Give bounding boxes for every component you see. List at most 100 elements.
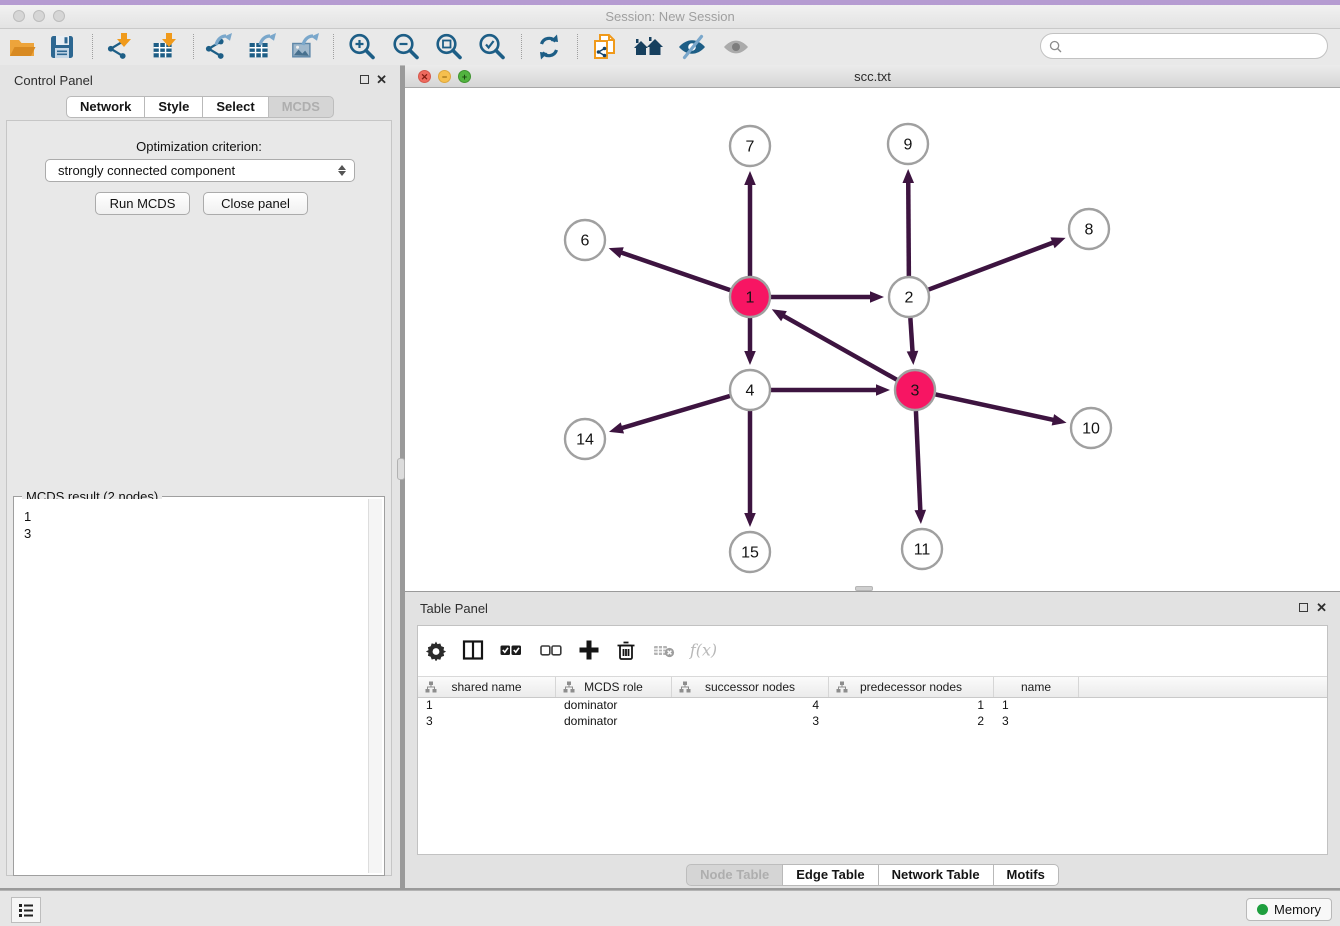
graph-edge-3-11[interactable] <box>916 411 920 513</box>
result-scrollbar[interactable] <box>368 499 382 873</box>
tab-mcds[interactable]: MCDS <box>268 96 334 118</box>
tab-style[interactable]: Style <box>144 96 203 118</box>
edge-arrowhead-icon <box>609 422 624 433</box>
column-header-mcds-role[interactable]: MCDS role <box>556 677 672 697</box>
search-input[interactable] <box>1067 35 1327 57</box>
graph-node-4[interactable]: 4 <box>730 370 770 410</box>
svg-text:10: 10 <box>1082 421 1100 438</box>
import-table-icon[interactable] <box>148 31 182 63</box>
tab-select[interactable]: Select <box>202 96 268 118</box>
graph-edge-2-3[interactable] <box>910 318 912 354</box>
column-header-predecessor-nodes[interactable]: predecessor nodes <box>829 677 994 697</box>
save-session-icon[interactable] <box>45 31 79 63</box>
table-settings-icon[interactable] <box>422 637 450 663</box>
export-image-icon[interactable] <box>288 31 322 63</box>
export-table-icon[interactable] <box>245 31 279 63</box>
deselect-all-icon[interactable] <box>537 637 565 663</box>
graph-edge-2-9[interactable] <box>908 180 909 276</box>
table-cell[interactable]: 3 <box>672 713 829 729</box>
column-header-name[interactable]: name <box>994 677 1079 697</box>
zoom-fit-icon[interactable] <box>432 31 466 63</box>
mcds-result-value: 3 <box>24 525 382 542</box>
table-cell[interactable]: 3 <box>418 713 556 729</box>
window-resize-handle[interactable] <box>855 586 873 591</box>
column-edit-icon <box>425 681 437 696</box>
table-cell[interactable]: 4 <box>672 697 829 713</box>
zoom-out-icon[interactable] <box>389 31 423 63</box>
close-panel-button[interactable]: Close panel <box>203 192 308 215</box>
memory-button[interactable]: Memory <box>1246 898 1332 921</box>
function-builder-icon: f(x) <box>689 637 717 663</box>
graph-edge-1-6[interactable] <box>619 252 730 290</box>
zoom-selected-icon[interactable] <box>475 31 509 63</box>
search-box[interactable] <box>1040 33 1328 59</box>
run-mcds-button[interactable]: Run MCDS <box>95 192 190 215</box>
graph-edge-3-1[interactable] <box>781 315 896 380</box>
table-cell[interactable]: 1 <box>829 697 994 713</box>
table-cell[interactable]: 1 <box>418 697 556 713</box>
table-panel-title: Table Panel <box>420 601 488 616</box>
graph-node-3[interactable]: 3 <box>895 370 935 410</box>
table-cell[interactable]: 2 <box>829 713 994 729</box>
graph-node-7[interactable]: 7 <box>730 126 770 166</box>
graph-node-11[interactable]: 11 <box>902 529 942 569</box>
svg-text:7: 7 <box>746 139 755 156</box>
toolbar-separator <box>193 34 194 59</box>
graph-edge-4-14[interactable] <box>620 396 730 429</box>
open-session-icon[interactable] <box>5 31 39 63</box>
column-visibility-icon[interactable] <box>459 637 487 663</box>
network-canvas[interactable]: 7 9 6 8 1 2 4 3 14 10 15 11 <box>405 88 1340 591</box>
column-header-shared-name[interactable]: shared name <box>418 677 556 697</box>
table-cell[interactable]: dominator <box>556 713 672 729</box>
table-tab-edge-table[interactable]: Edge Table <box>782 864 878 886</box>
network-overview-icon[interactable] <box>631 31 665 63</box>
criterion-selected-value: strongly connected component <box>58 163 338 178</box>
show-panel-icon[interactable] <box>719 31 753 63</box>
task-history-button[interactable] <box>11 897 41 923</box>
table-close-panel-icon[interactable]: ✕ <box>1316 602 1327 614</box>
table-body: 1dominator4113dominator323 <box>418 697 1327 729</box>
optimization-criterion-select[interactable]: strongly connected component <box>45 159 355 182</box>
table-cell[interactable]: dominator <box>556 697 672 713</box>
task-list-icon <box>17 901 35 919</box>
graph-node-14[interactable]: 14 <box>565 419 605 459</box>
table-tab-node-table[interactable]: Node Table <box>686 864 783 886</box>
svg-text:1: 1 <box>746 290 755 307</box>
graph-node-9[interactable]: 9 <box>888 124 928 164</box>
select-all-icon[interactable] <box>497 637 525 663</box>
zoom-in-icon[interactable] <box>345 31 379 63</box>
graph-node-8[interactable]: 8 <box>1069 209 1109 249</box>
column-label: successor nodes <box>705 680 795 694</box>
column-header-successor-nodes[interactable]: successor nodes <box>672 677 829 697</box>
close-panel-icon[interactable]: ✕ <box>376 74 387 86</box>
graph-node-15[interactable]: 15 <box>730 532 770 572</box>
network-view-window: scc.txt 7968124314101511 <box>405 65 1340 591</box>
graph-node-2[interactable]: 2 <box>889 277 929 317</box>
panel-divider-handle[interactable] <box>397 458 405 480</box>
graph-edge-3-10[interactable] <box>936 394 1056 420</box>
table-row[interactable]: 3dominator323 <box>418 713 1327 729</box>
export-network-icon[interactable] <box>201 31 235 63</box>
graph-node-1[interactable]: 1 <box>730 277 770 317</box>
graph-node-10[interactable]: 10 <box>1071 408 1111 448</box>
graph-node-6[interactable]: 6 <box>565 220 605 260</box>
column-label: name <box>1021 680 1051 694</box>
delete-row-icon[interactable] <box>612 637 640 663</box>
table-cell[interactable]: 3 <box>994 713 1079 729</box>
table-cell[interactable]: 1 <box>994 697 1079 713</box>
toolbar-separator <box>521 34 522 59</box>
mcds-panel: Optimization criterion: strongly connect… <box>6 120 392 876</box>
table-row[interactable]: 1dominator411 <box>418 697 1327 713</box>
table-tab-motifs[interactable]: Motifs <box>993 864 1059 886</box>
hide-panel-icon[interactable] <box>675 31 709 63</box>
node-table: shared nameMCDS role successor nodes prede… <box>417 625 1328 855</box>
add-row-icon[interactable] <box>575 637 603 663</box>
duplicate-network-icon[interactable] <box>588 31 622 63</box>
float-panel-icon[interactable] <box>360 75 369 84</box>
table-float-panel-icon[interactable] <box>1299 603 1308 612</box>
table-tab-network-table[interactable]: Network Table <box>878 864 994 886</box>
refresh-layout-icon[interactable] <box>532 31 566 63</box>
tab-network[interactable]: Network <box>66 96 145 118</box>
graph-edge-2-8[interactable] <box>929 242 1056 290</box>
import-network-icon[interactable] <box>103 31 137 63</box>
